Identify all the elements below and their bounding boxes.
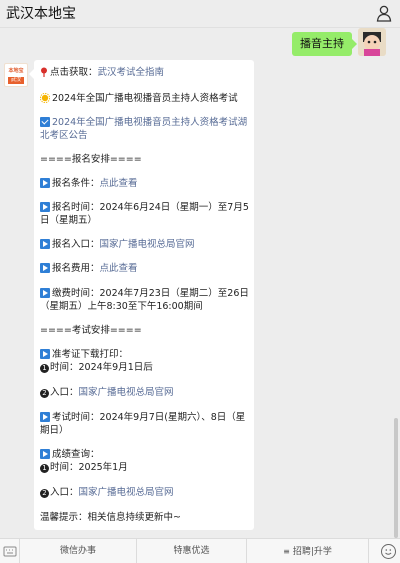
- my-avatar[interactable]: [358, 28, 386, 56]
- section-header: ====考试安排====: [40, 325, 142, 336]
- play-icon: [40, 288, 50, 298]
- message-line: 2024年全国广播电视播音员主持人资格考试湖北考区公告: [40, 116, 252, 142]
- line-label: 入口：: [50, 487, 79, 498]
- user-icon[interactable]: [376, 5, 392, 22]
- check-icon: [40, 117, 50, 127]
- message-line: 缴费时间：2024年7月23日（星期二）至26日（星期五）上午8:30至下午16…: [40, 287, 252, 313]
- message-line: 1 时间：2024年9月1日后: [40, 361, 252, 374]
- exam-title: 2024年全国广播电视播音员主持人资格考试: [52, 93, 238, 104]
- keyboard-icon: [3, 546, 17, 557]
- play-icon: [40, 449, 50, 459]
- bottom-menu: 微信办事 特惠优选 ≡ 招聘|升学: [0, 538, 400, 563]
- menu-item-label: 招聘|升学: [292, 547, 332, 557]
- line-label: 报名条件：: [52, 178, 100, 189]
- scrollbar-thumb[interactable]: [394, 418, 398, 538]
- announcement-link[interactable]: 2024年全国广播电视播音员主持人资格考试湖北考区公告: [40, 117, 247, 141]
- number-two-icon: 2: [40, 489, 49, 498]
- line-label: 报名入口：: [52, 239, 100, 250]
- incoming-message: 点击获取：武汉考试全指南 2024年全国广播电视播音员主持人资格考试 2024年…: [29, 60, 254, 530]
- exam-time: 考试时间：2024年9月7日(星期六）、8日（星期日）: [40, 412, 246, 436]
- link-prefix: 点击获取：: [50, 67, 98, 78]
- message-line: 2024年全国广播电视播音员主持人资格考试: [40, 92, 252, 105]
- message-line: 报名入口：国家广播电视总局官网: [40, 238, 252, 251]
- fee-link[interactable]: 点此查看: [100, 263, 138, 274]
- number-one-icon: 1: [40, 464, 49, 473]
- message-line: 准考证下载打印：: [40, 348, 252, 361]
- tip-text: 温馨提示：相关信息持续更新中~: [40, 512, 181, 523]
- outgoing-message[interactable]: 播音主持: [292, 32, 357, 56]
- bot-avatar-brand: 本地宝: [8, 68, 24, 74]
- emoji-icon[interactable]: [381, 544, 396, 559]
- number-one-icon: 1: [40, 364, 49, 373]
- message-line: 报名费用：点此查看: [40, 262, 252, 275]
- play-icon: [40, 202, 50, 212]
- avatar-cartoon-icon: [358, 28, 386, 56]
- exam-guide-link[interactable]: 武汉考试全指南: [98, 67, 165, 78]
- number-two-icon: 2: [40, 389, 49, 398]
- pin-icon: [41, 67, 47, 77]
- message-line: 报名条件：点此查看: [40, 177, 252, 190]
- line-label: 报名费用：: [52, 263, 100, 274]
- message-line: 报名时间：2024年6月24日（星期一）至7月5日（星期五）: [40, 201, 252, 227]
- header-bar: 武汉本地宝: [0, 0, 400, 28]
- ticket-portal-link[interactable]: 国家广播电视总局官网: [79, 387, 174, 398]
- score-query-label: 成绩查询：: [52, 449, 100, 460]
- play-icon: [40, 239, 50, 249]
- menu-item-deals[interactable]: 特惠优选: [137, 539, 247, 563]
- requirements-link[interactable]: 点此查看: [100, 178, 138, 189]
- section-header: ====报名安排====: [40, 154, 142, 165]
- keyboard-toggle[interactable]: [0, 539, 20, 563]
- play-icon: [40, 349, 50, 359]
- play-icon: [40, 263, 50, 273]
- menu-icon: ≡: [283, 547, 290, 556]
- admission-ticket-label: 准考证下载打印：: [52, 349, 129, 360]
- bot-avatar[interactable]: 本地宝 武汉: [4, 63, 28, 87]
- message-line: 成绩查询：: [40, 448, 252, 461]
- play-icon: [40, 412, 50, 422]
- payment-time: 缴费时间：2024年7月23日（星期二）至26日（星期五）上午8:30至下午16…: [40, 288, 249, 312]
- message-line: 点击获取：武汉考试全指南: [40, 66, 252, 79]
- ticket-time: 时间：2024年9月1日后: [50, 362, 153, 373]
- smiley-face-icon: [385, 549, 392, 555]
- message-line: 考试时间：2024年9月7日(星期六）、8日（星期日）: [40, 411, 252, 437]
- message-line: 2 入口：国家广播电视总局官网: [40, 486, 252, 499]
- registration-portal-link[interactable]: 国家广播电视总局官网: [100, 239, 195, 250]
- score-portal-link[interactable]: 国家广播电视总局官网: [79, 487, 174, 498]
- menu-item-wechat-services[interactable]: 微信办事: [20, 539, 137, 563]
- page-title: 武汉本地宝: [6, 6, 76, 22]
- chat-area[interactable]: 播音主持 本地宝 武汉 点击获取：武汉考试全指南 2024年全国广播电视播音员主…: [0, 28, 400, 538]
- message-line: 2 入口：国家广播电视总局官网: [40, 386, 252, 399]
- bot-avatar-city: 武汉: [8, 77, 24, 84]
- menu-item-jobs-education[interactable]: ≡ 招聘|升学: [247, 539, 369, 563]
- line-label: 入口：: [50, 387, 79, 398]
- sun-icon: [40, 93, 50, 103]
- message-line: 1 时间：2025年1月: [40, 461, 252, 474]
- score-time: 时间：2025年1月: [50, 462, 128, 473]
- registration-time: 报名时间：2024年6月24日（星期一）至7月5日（星期五）: [40, 202, 249, 226]
- play-icon: [40, 178, 50, 188]
